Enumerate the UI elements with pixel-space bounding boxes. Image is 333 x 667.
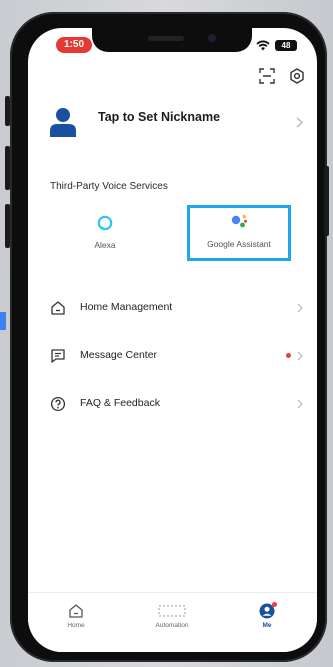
wifi-icon xyxy=(256,39,270,51)
voice-services-title: Third-Party Voice Services xyxy=(50,181,168,192)
tab-label: Automation xyxy=(155,622,189,629)
menu-label: Message Center xyxy=(80,349,158,361)
unread-dot xyxy=(286,353,291,358)
question-icon xyxy=(50,396,66,412)
background: 1:50 48 Tap to Set Nickname Third-Party … xyxy=(0,0,333,667)
front-camera xyxy=(208,34,216,42)
automation-tab-icon xyxy=(158,605,186,617)
profile-row[interactable]: Tap to Set Nickname xyxy=(50,107,303,137)
scan-icon[interactable] xyxy=(259,68,275,84)
menu-item-message-center[interactable]: Message Center xyxy=(50,340,303,388)
alexa-option[interactable]: Alexa xyxy=(70,205,140,263)
menu-label: Home Management xyxy=(80,301,173,313)
notification-dot xyxy=(272,602,277,607)
menu-label: FAQ & Feedback xyxy=(80,397,160,409)
menu-item-faq-feedback[interactable]: FAQ & Feedback xyxy=(50,388,303,436)
message-icon xyxy=(51,349,65,363)
chevron-right-icon xyxy=(297,303,303,313)
status-time: 1:50 xyxy=(56,37,92,53)
settings-menu: Home Management Message Center FAQ & Fee… xyxy=(50,292,303,436)
notch xyxy=(92,28,252,52)
window-edge-accent xyxy=(0,312,6,330)
tab-label: Home xyxy=(67,622,85,629)
set-nickname-label[interactable]: Tap to Set Nickname xyxy=(98,110,220,124)
phone-screen: 1:50 48 Tap to Set Nickname Third-Party … xyxy=(28,28,317,652)
tab-label: Me xyxy=(262,622,272,629)
power-button xyxy=(324,166,329,236)
speaker-grille xyxy=(148,36,184,41)
voice-services-list: Alexa Google Assistant xyxy=(50,205,295,263)
chevron-right-icon xyxy=(297,351,303,361)
settings-gear-icon[interactable] xyxy=(289,68,305,84)
house-icon xyxy=(51,301,65,315)
google-assistant-label: Google Assistant xyxy=(207,239,271,249)
chevron-right-icon xyxy=(297,399,303,409)
top-actions xyxy=(259,68,305,84)
battery-indicator: 48 xyxy=(275,39,297,51)
tab-home[interactable]: Home xyxy=(46,603,106,629)
user-avatar-icon xyxy=(50,108,76,137)
google-assistant-logo-icon xyxy=(231,214,247,228)
google-assistant-option[interactable]: Google Assistant xyxy=(187,205,291,261)
chevron-right-icon xyxy=(296,117,303,128)
status-icons: 48 xyxy=(256,39,297,51)
tab-me[interactable]: Me xyxy=(237,602,297,629)
menu-item-home-management[interactable]: Home Management xyxy=(50,292,303,340)
alexa-logo-icon xyxy=(97,215,113,231)
alexa-label: Alexa xyxy=(94,240,116,250)
home-tab-icon xyxy=(69,604,83,618)
tab-automation[interactable]: Automation xyxy=(142,603,202,629)
bottom-tab-bar: Home Automation Me xyxy=(28,592,317,652)
